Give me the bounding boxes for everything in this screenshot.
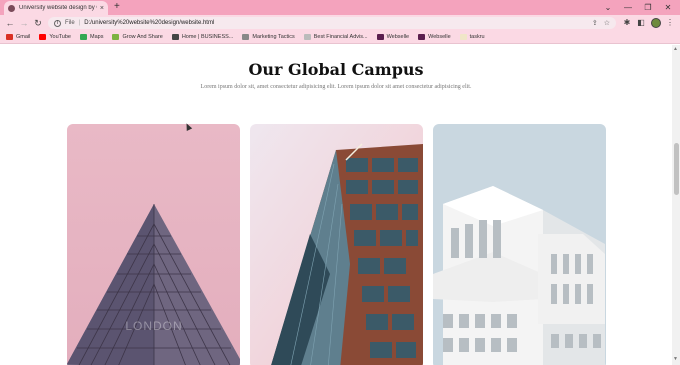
campus-card-london[interactable]: LONDON xyxy=(67,124,240,365)
browser-window: University website design by Om × + ⌄ — … xyxy=(0,0,680,365)
tab-favicon-icon xyxy=(8,4,15,12)
address-bar[interactable]: i File | D:/university%20website%20desig… xyxy=(48,17,616,29)
london-watermark-text: LONDON xyxy=(125,319,182,333)
gmail-icon xyxy=(6,34,13,40)
extensions-icon[interactable]: ✱ xyxy=(622,18,632,28)
bookmark-label: taskru xyxy=(469,34,485,40)
scroll-up-arrow-icon[interactable]: ▲ xyxy=(673,46,678,52)
taskru-icon xyxy=(459,34,467,40)
close-window-button[interactable]: ✕ xyxy=(658,0,678,15)
tab-close-icon[interactable]: × xyxy=(100,5,104,12)
maps-icon xyxy=(80,34,87,40)
bookmark-item[interactable]: Marketing Tactics xyxy=(242,34,295,40)
london-building-image: LONDON xyxy=(67,124,240,365)
section-title: Our Global Campus xyxy=(248,60,424,79)
bookmark-label: YouTube xyxy=(49,34,71,40)
tab-search-icon[interactable]: ⌄ xyxy=(598,0,618,15)
bookmark-label: Marketing Tactics xyxy=(252,34,295,40)
bookmark-item[interactable]: Maps xyxy=(80,34,103,40)
bookmark-label: Webselle xyxy=(428,34,451,40)
info-icon[interactable]: i xyxy=(54,19,61,27)
reload-button[interactable]: ↻ xyxy=(32,17,44,29)
webselle-icon xyxy=(418,34,426,40)
campus-card-white-building[interactable] xyxy=(433,124,606,365)
campus-card-tower[interactable] xyxy=(250,124,423,365)
bookmark-item[interactable]: taskru xyxy=(459,34,485,40)
bookmarks-bar: Gmail YouTube Maps Grow And Share Home | BUS… xyxy=(0,31,680,44)
bookmark-item[interactable]: YouTube xyxy=(39,34,71,40)
address-separator: | xyxy=(78,20,81,26)
tactics-icon xyxy=(242,34,250,40)
title-bar: University website design by Om × + ⌄ — … xyxy=(0,0,680,15)
bookmark-item[interactable]: Gmail xyxy=(6,34,30,40)
browser-toolbar: ← → ↻ i File | D:/university%20website%2… xyxy=(0,15,680,31)
bookmark-item[interactable]: Best Financial Advis... xyxy=(303,34,368,40)
bookmark-label: Best Financial Advis... xyxy=(313,34,368,40)
bookmark-label: Grow And Share xyxy=(122,34,163,40)
scheme-label: File xyxy=(65,20,75,26)
scrollbar-track[interactable] xyxy=(672,45,680,365)
tab-title: University website design by Om xyxy=(19,5,97,11)
scrollbar-thumb[interactable] xyxy=(674,143,679,195)
restore-button[interactable]: ❐ xyxy=(638,0,658,15)
bookmark-label: Gmail xyxy=(16,34,31,40)
forward-button[interactable]: → xyxy=(18,17,30,29)
scroll-down-arrow-icon[interactable]: ▼ xyxy=(673,356,678,362)
new-tab-button[interactable]: + xyxy=(114,1,120,13)
bookmark-label: Maps xyxy=(90,34,104,40)
bookmark-item[interactable]: Webselle xyxy=(376,34,410,40)
bookmark-item[interactable]: Home | BUSINESS... xyxy=(171,34,234,40)
section-subtitle: Lorem ipsum dolor sit, amet consectetur … xyxy=(200,84,472,90)
webselle-icon xyxy=(376,34,384,40)
minimize-button[interactable]: — xyxy=(618,0,638,15)
finance-icon xyxy=(303,34,311,40)
sidebar-icon[interactable]: ◧ xyxy=(636,18,646,28)
bookmark-item[interactable]: Webselle xyxy=(418,34,451,40)
back-button[interactable]: ← xyxy=(4,17,16,29)
youtube-icon xyxy=(39,34,47,40)
tower-building-image xyxy=(250,124,423,365)
bookmark-label: Webselle xyxy=(386,34,410,40)
business-icon xyxy=(171,34,179,40)
url-text[interactable]: D:/university%20website%20design/website… xyxy=(84,20,214,26)
star-icon[interactable]: ☆ xyxy=(604,19,610,27)
share-icon[interactable]: ⇪ xyxy=(592,19,598,27)
browser-tab[interactable]: University website design by Om × xyxy=(4,1,108,15)
bookmark-item[interactable]: Grow And Share xyxy=(112,34,163,40)
globe-icon xyxy=(112,34,120,40)
menu-icon[interactable]: ⋮ xyxy=(665,18,675,28)
white-building-image xyxy=(433,124,606,365)
profile-avatar[interactable] xyxy=(651,18,661,28)
bookmark-label: Home | BUSINESS... xyxy=(181,34,234,40)
